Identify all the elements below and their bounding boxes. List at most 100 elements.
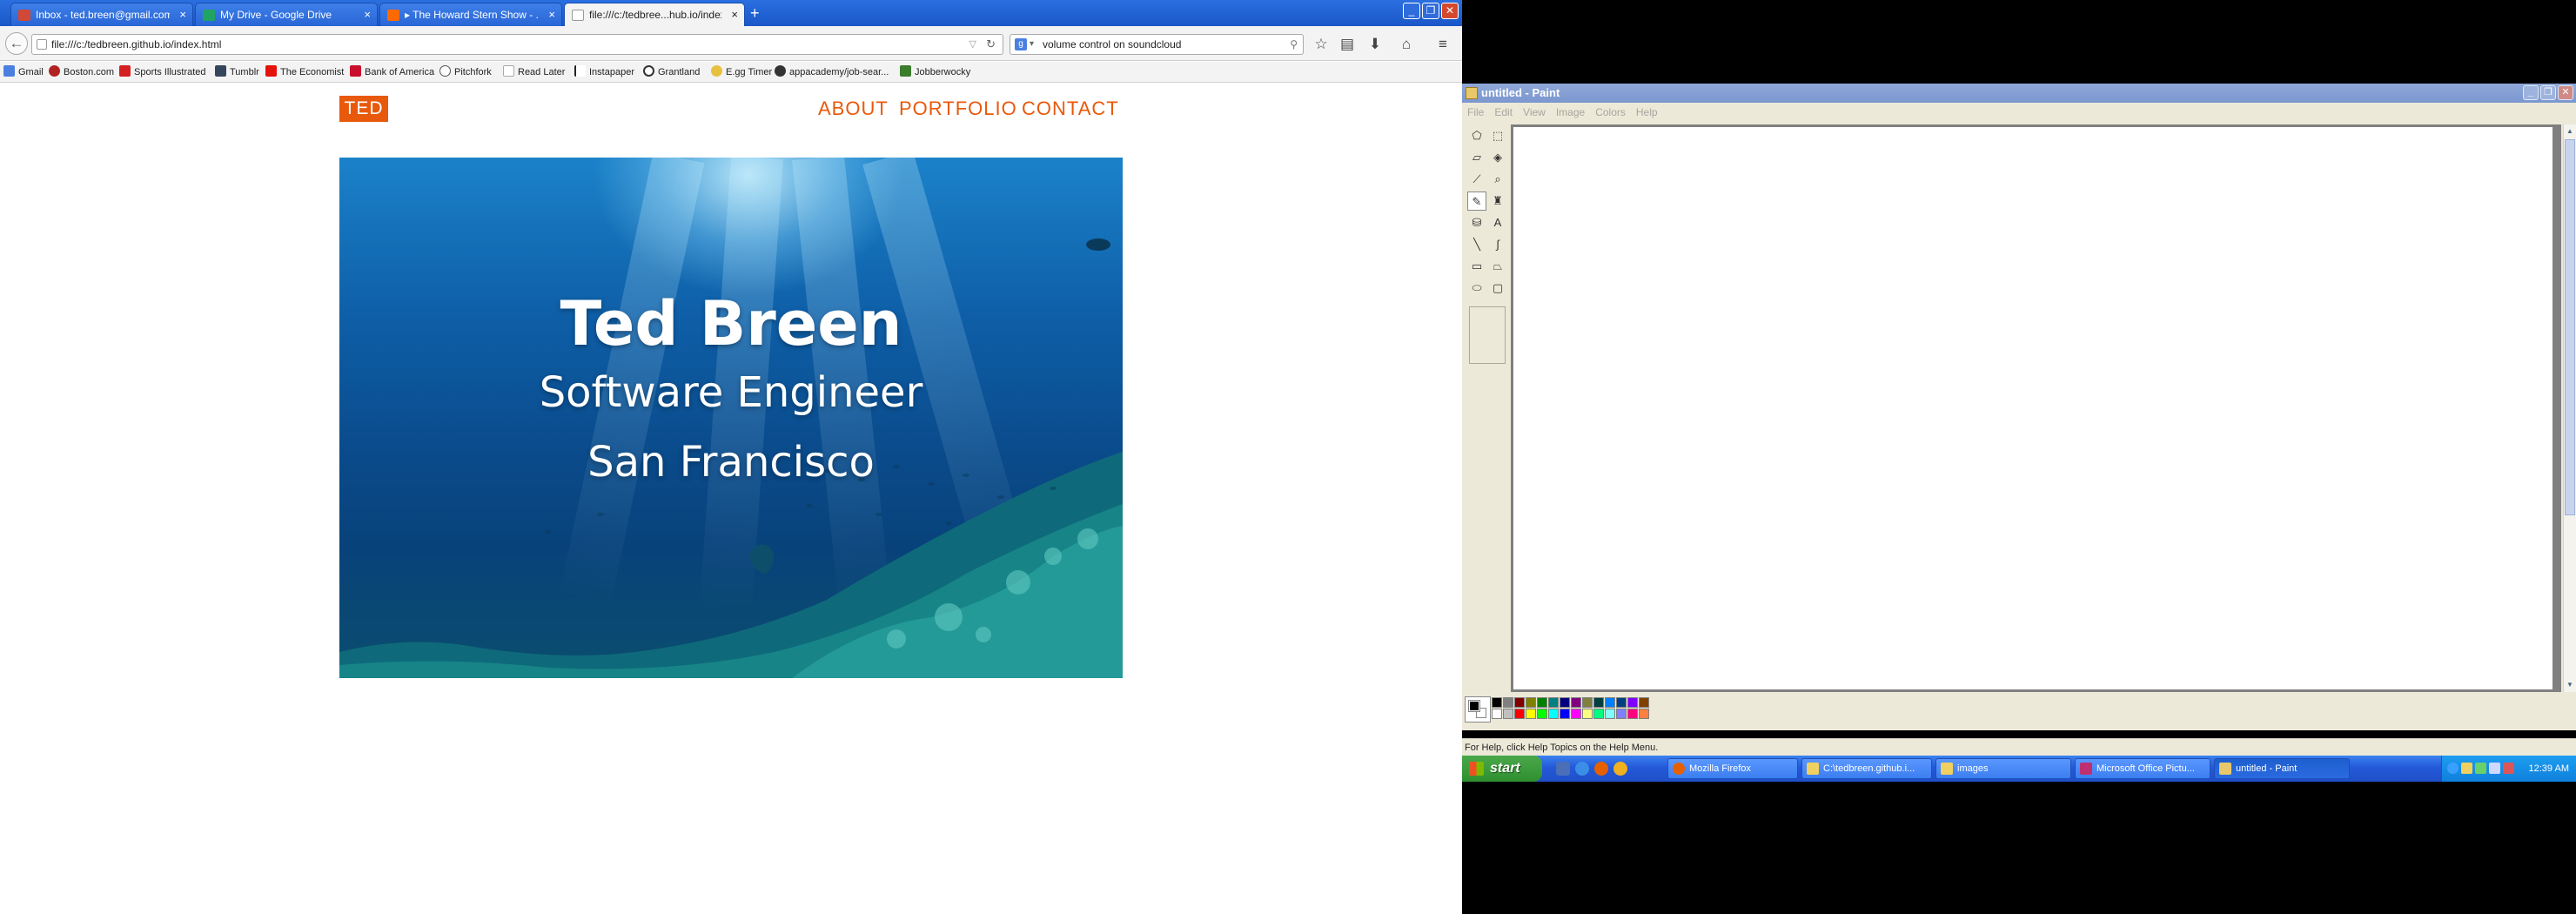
bookmark-gmail[interactable]: Gmail <box>3 65 44 79</box>
close-tab-icon[interactable]: × <box>731 8 738 21</box>
back-button[interactable]: ← <box>5 32 28 55</box>
engine-dropdown-icon[interactable]: ▾ <box>1030 35 1034 54</box>
menu-edit[interactable]: Edit <box>1489 103 1518 122</box>
palette-swatch[interactable] <box>1593 697 1604 708</box>
tray-app-icon[interactable] <box>2461 763 2472 774</box>
firefox-quicklaunch-icon[interactable] <box>1594 762 1608 776</box>
site-logo[interactable]: TED <box>339 96 388 122</box>
new-tab-button[interactable]: + <box>750 4 760 23</box>
palette-swatch[interactable] <box>1514 697 1525 708</box>
palette-swatch[interactable] <box>1627 709 1638 719</box>
task-office-picture[interactable]: Microsoft Office Pictu... <box>2075 758 2210 779</box>
task-images-folder[interactable]: images <box>1935 758 2071 779</box>
palette-swatch[interactable] <box>1560 709 1570 719</box>
reload-icon[interactable]: ↻ <box>986 35 996 54</box>
url-bar[interactable]: file:///c:/tedbreen.github.io/index.html… <box>31 34 1003 55</box>
display-icon[interactable] <box>2489 763 2500 774</box>
polygon-icon[interactable]: ⏢ <box>1488 257 1507 276</box>
rectangle-icon[interactable]: ▭ <box>1467 257 1486 276</box>
magnifier-icon[interactable]: ⌕ <box>1488 170 1507 189</box>
tab-gmail[interactable]: Inbox - ted.breen@gmail.com... × <box>10 3 193 26</box>
palette-swatch[interactable] <box>1514 709 1525 719</box>
bookmark-grantland[interactable]: Grantland <box>643 65 700 79</box>
text-tool-icon[interactable]: A <box>1488 213 1507 232</box>
search-bar[interactable]: g ▾ volume control on soundcloud ⚲ <box>1010 34 1304 55</box>
menu-colors[interactable]: Colors <box>1590 103 1631 122</box>
palette-swatch[interactable] <box>1560 697 1570 708</box>
drawing-canvas[interactable] <box>1513 127 2553 689</box>
task-paint[interactable]: untitled - Paint <box>2214 758 2350 779</box>
palette-swatch[interactable] <box>1548 709 1559 719</box>
bookmark-boston[interactable]: Boston.com <box>49 65 114 79</box>
palette-swatch[interactable] <box>1639 709 1649 719</box>
close-tab-icon[interactable]: × <box>364 8 371 21</box>
bookmark-egg-timer[interactable]: E.gg Timer <box>711 65 772 79</box>
menu-icon[interactable]: ≡ <box>1431 33 1455 56</box>
palette-swatch[interactable] <box>1605 709 1615 719</box>
palette-swatch[interactable] <box>1582 709 1593 719</box>
palette-swatch[interactable] <box>1503 697 1513 708</box>
search-icon[interactable]: ⚲ <box>1290 35 1298 54</box>
page-info-icon[interactable] <box>37 39 47 50</box>
palette-swatch[interactable] <box>1627 697 1638 708</box>
menu-help[interactable]: Help <box>1631 103 1663 122</box>
chrome-icon[interactable] <box>1613 762 1627 776</box>
bookmark-instapaper[interactable]: Instapaper <box>574 65 634 79</box>
palette-swatch[interactable] <box>1616 709 1627 719</box>
maximize-icon[interactable]: ❐ <box>1422 3 1439 19</box>
brush-icon[interactable]: ♜ <box>1488 192 1507 211</box>
bookmarks-menu-icon[interactable]: ▤ <box>1335 33 1359 56</box>
downloads-icon[interactable]: ⬇ <box>1363 33 1387 56</box>
scroll-up-icon[interactable]: ▲ <box>2565 125 2575 138</box>
palette-swatch[interactable] <box>1526 709 1536 719</box>
minimize-icon[interactable]: _ <box>2523 85 2539 100</box>
tool-options-box[interactable] <box>1469 306 1506 364</box>
nav-contact[interactable]: CONTACT <box>1022 96 1119 122</box>
clock[interactable]: 12:39 AM <box>2529 756 2569 782</box>
scroll-down-icon[interactable]: ▼ <box>2565 679 2575 691</box>
bookmark-jobberwocky[interactable]: Jobberwocky <box>900 65 970 79</box>
task-firefox[interactable]: Mozilla Firefox <box>1667 758 1798 779</box>
vertical-scrollbar[interactable]: ▲ ▼ <box>2563 124 2576 692</box>
palette-swatch[interactable] <box>1537 709 1547 719</box>
palette-swatch[interactable] <box>1571 709 1581 719</box>
bookmark-boa[interactable]: Bank of America <box>350 65 434 79</box>
history-dropdown-icon[interactable]: ▽ <box>969 35 976 54</box>
menu-file[interactable]: File <box>1462 103 1489 122</box>
palette-swatch[interactable] <box>1616 697 1627 708</box>
bookmark-pitchfork[interactable]: Pitchfork <box>439 65 492 79</box>
palette-swatch[interactable] <box>1605 697 1615 708</box>
speaker-icon[interactable] <box>2503 763 2514 774</box>
palette-swatch[interactable] <box>1639 697 1649 708</box>
close-tab-icon[interactable]: × <box>179 8 186 21</box>
ellipse-icon[interactable]: ⬭ <box>1467 279 1486 298</box>
airbrush-icon[interactable]: ⛁ <box>1467 213 1486 232</box>
menu-image[interactable]: Image <box>1551 103 1590 122</box>
search-input[interactable]: volume control on soundcloud <box>1043 38 1181 50</box>
minimize-icon[interactable]: _ <box>1403 3 1420 19</box>
bookmark-economist[interactable]: The Economist <box>265 65 344 79</box>
rounded-rect-icon[interactable]: ▢ <box>1488 279 1507 298</box>
palette-swatch[interactable] <box>1537 697 1547 708</box>
free-select-icon[interactable]: ⬠ <box>1467 126 1486 145</box>
pencil-icon[interactable]: ✎ <box>1467 192 1486 211</box>
palette-swatch[interactable] <box>1582 697 1593 708</box>
maximize-icon[interactable]: ❐ <box>2540 85 2556 100</box>
close-icon[interactable]: ✕ <box>2558 85 2573 100</box>
bookmark-read-later[interactable]: Read Later <box>503 65 565 79</box>
palette-swatch[interactable] <box>1593 709 1604 719</box>
palette-swatch[interactable] <box>1571 697 1581 708</box>
palette-swatch[interactable] <box>1526 697 1536 708</box>
network-icon[interactable] <box>2447 763 2459 774</box>
tab-local-index[interactable]: file:///c:/tedbree...hub.io/index.html × <box>564 3 745 26</box>
palette-swatch[interactable] <box>1492 709 1502 719</box>
nav-portfolio[interactable]: PORTFOLIO <box>899 96 1017 122</box>
curve-icon[interactable]: ∫ <box>1488 235 1507 254</box>
task-explorer-folder[interactable]: C:\tedbreen.github.i... <box>1801 758 1932 779</box>
close-icon[interactable]: ✕ <box>1441 3 1459 19</box>
rect-select-icon[interactable]: ⬚ <box>1488 126 1507 145</box>
menu-view[interactable]: View <box>1518 103 1551 122</box>
show-desktop-icon[interactable] <box>1556 762 1570 776</box>
close-tab-icon[interactable]: × <box>548 8 555 21</box>
line-icon[interactable]: ╲ <box>1467 235 1486 254</box>
